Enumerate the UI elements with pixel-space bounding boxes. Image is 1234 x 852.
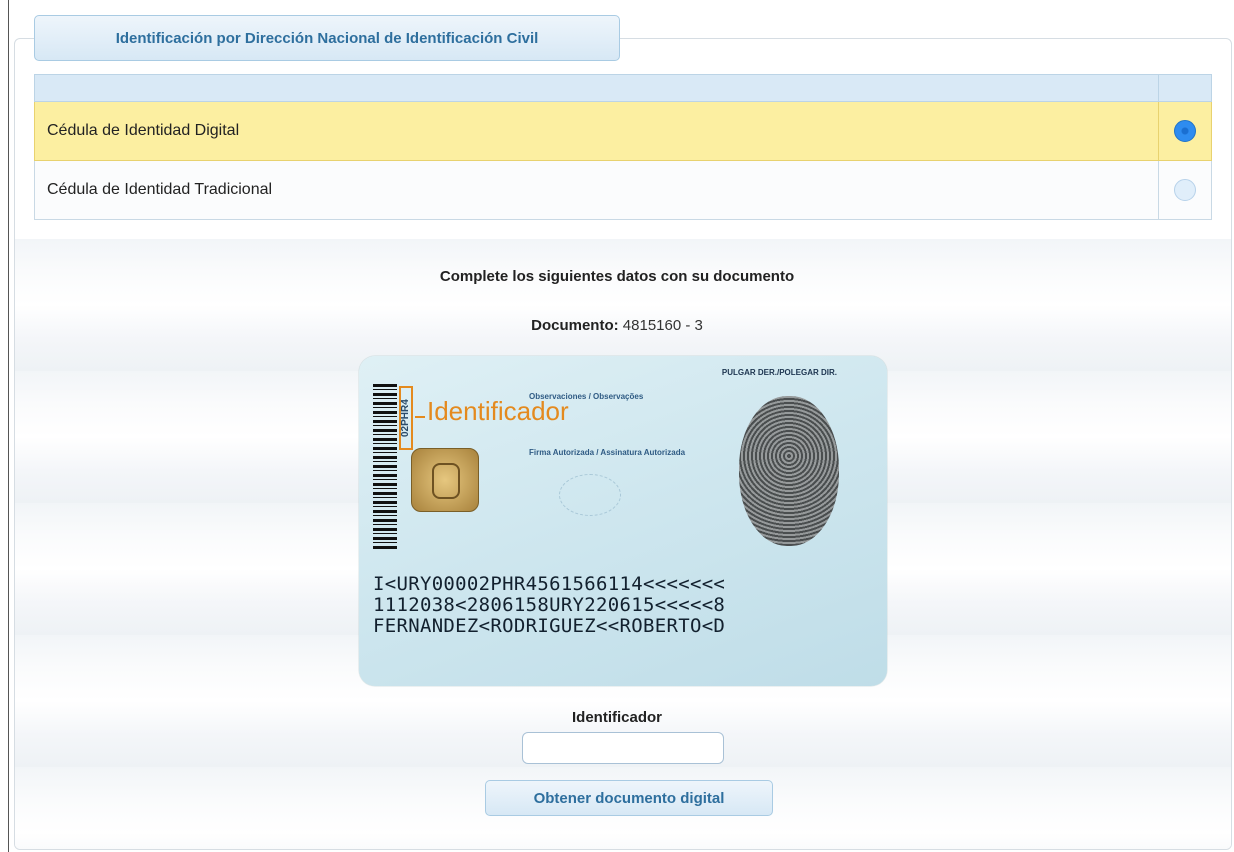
fingerprint-graphic xyxy=(739,396,839,546)
option-row-digital[interactable]: Cédula de Identidad Digital xyxy=(34,101,1212,161)
identifier-field-label: Identificador xyxy=(571,709,662,726)
radio-traditional[interactable] xyxy=(1174,179,1196,201)
radio-cell xyxy=(1158,160,1212,220)
document-line: Documento: 4815160 - 3 xyxy=(0,317,1234,334)
option-row-traditional[interactable]: Cédula de Identidad Tradicional xyxy=(34,160,1212,220)
get-digital-document-button[interactable]: Obtener documento digital xyxy=(485,780,773,816)
option-label-traditional: Cédula de Identidad Tradicional xyxy=(34,160,1159,220)
mrz-block: I<URY00002PHR4561566114<<<<<<< 1112038<2… xyxy=(373,574,873,637)
mrz-line: 1112038<2806158URY220615<<<<<8 xyxy=(373,594,726,616)
mrz-line: I<URY00002PHR4561566114<<<<<<< xyxy=(373,573,726,595)
document-value: 4815160 - 3 xyxy=(622,317,703,334)
instructions-text: Complete los siguientes datos con su doc… xyxy=(439,268,795,285)
document-label: Documento: xyxy=(531,317,619,334)
card-firma: Firma Autorizada / Assinatura Autorizada xyxy=(529,448,686,457)
radio-digital-selected[interactable] xyxy=(1174,120,1196,142)
id-card-image: 02PHR4 Identificador Observaciones / Obs… xyxy=(359,356,887,686)
identifier-code-box: 02PHR4 xyxy=(399,386,413,450)
card-pulgar: PULGAR DER./POLEGAR DIR. xyxy=(721,368,837,377)
document-type-table: Cédula de Identidad Digital Cédula de Id… xyxy=(34,74,1212,220)
table-header-row xyxy=(34,74,1212,102)
section-title: Identificación por Dirección Nacional de… xyxy=(34,15,620,61)
option-label-digital: Cédula de Identidad Digital xyxy=(34,101,1159,161)
identifier-input[interactable] xyxy=(522,732,724,764)
radio-cell xyxy=(1158,101,1212,161)
barcode-graphic xyxy=(373,384,397,550)
mrz-line: FERNANDEZ<RODRIGUEZ<<ROBERTO<D xyxy=(373,615,726,637)
card-observaciones: Observaciones / Observações xyxy=(529,392,644,401)
header-cell xyxy=(1158,74,1212,102)
identifier-pointer-line xyxy=(415,416,425,418)
header-cell xyxy=(34,74,1159,102)
chip-icon xyxy=(411,448,479,512)
signature-graphic xyxy=(559,474,621,516)
